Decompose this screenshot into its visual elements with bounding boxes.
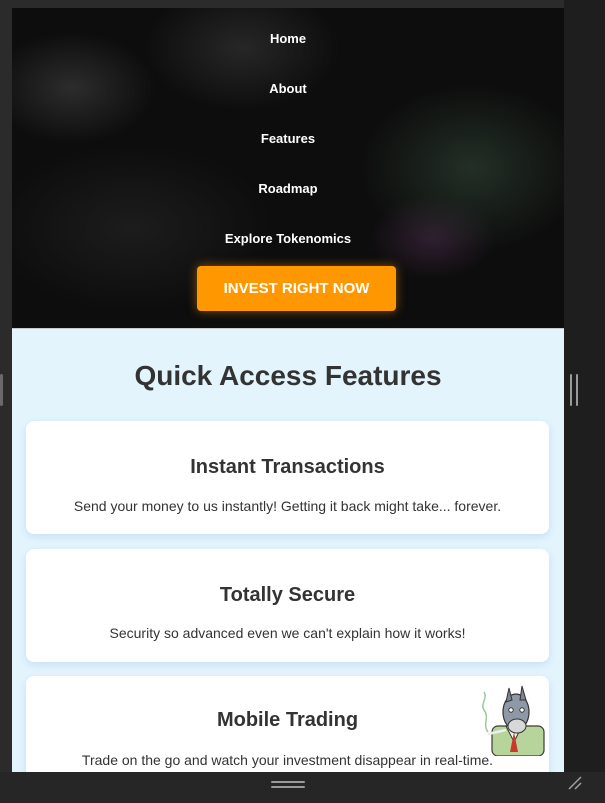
nav-link-about[interactable]: About [12,81,564,96]
feature-card-mobile-trading: Mobile Trading Trade on the go and watch… [26,676,549,772]
bottom-resize-handle[interactable] [271,781,305,789]
feature-card-desc: Security so advanced even we can't expla… [109,625,466,641]
feature-card-desc: Send your money to us instantly! Getting… [73,498,502,514]
feature-card-title: Mobile Trading [216,709,359,731]
left-resize-handle[interactable] [0,374,3,406]
feature-card-title: Instant Transactions [190,456,385,478]
feature-card-totally-secure: Totally Secure Security so advanced even… [26,549,549,662]
nav-link-home[interactable]: Home [12,31,564,46]
nav-link-explore-tokenomics[interactable]: Explore Tokenomics [12,231,564,246]
nav-link-roadmap[interactable]: Roadmap [12,181,564,196]
resize-corner-icon[interactable] [566,774,584,792]
page-viewport: Home About Features Roadmap Explore Toke… [12,8,564,772]
feature-card-title: Totally Secure [219,584,356,606]
feature-card-instant-transactions: Instant Transactions Send your money to … [26,421,549,534]
right-resize-handle[interactable] [570,374,580,406]
invest-now-button[interactable]: INVEST RIGHT NOW [197,266,396,311]
nav-link-features[interactable]: Features [12,131,564,146]
donkey-mascot-icon[interactable] [476,682,546,756]
hero-divider [12,328,564,329]
hero-nav-section: Home About Features Roadmap Explore Toke… [12,8,564,328]
feature-card-desc: Trade on the go and watch your investmen… [81,752,494,768]
features-title: Quick Access Features [134,360,442,391]
